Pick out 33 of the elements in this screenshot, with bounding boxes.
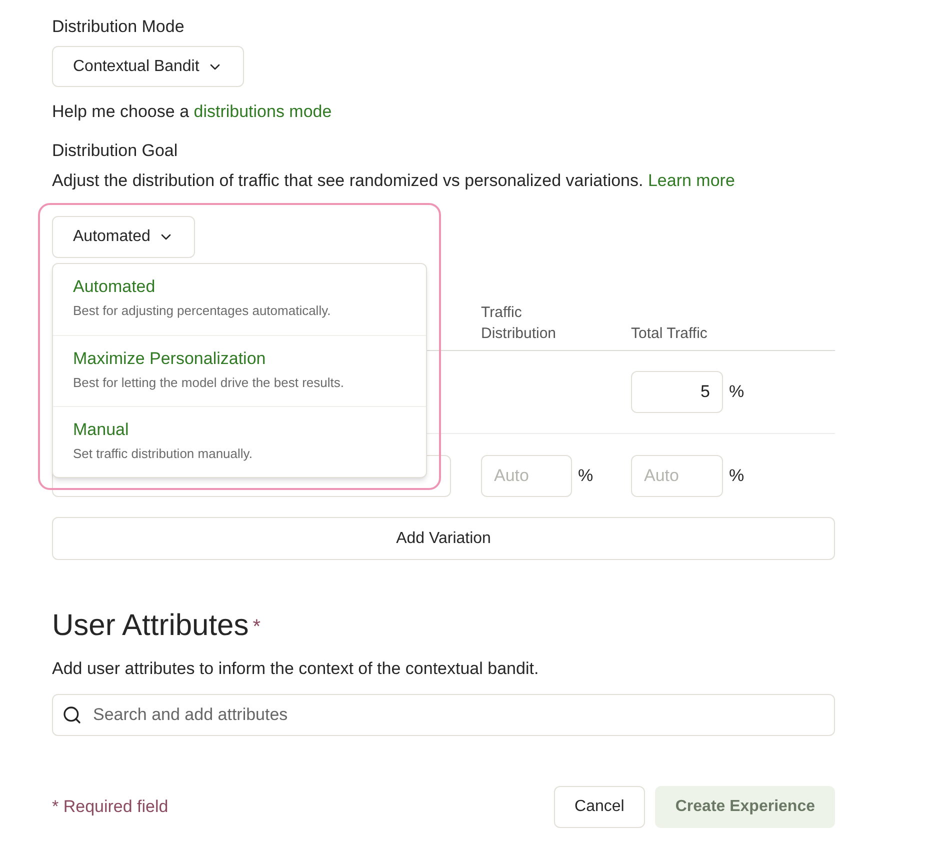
required-note: * Required field xyxy=(52,796,168,818)
menu-item[interactable]: Automated Best for adjusting percentages automatically. xyxy=(53,264,426,335)
attribute-search-field[interactable]: Search and add attributes xyxy=(52,694,835,736)
option-description: Best for letting the model drive the best results. xyxy=(73,374,345,392)
distribution-mode-select[interactable]: Contextual Bandit xyxy=(52,46,244,87)
section-title: User Attributes xyxy=(52,608,249,644)
option-title: Manual xyxy=(73,419,130,441)
percent-unit: % xyxy=(729,381,744,404)
field-label: Distribution Mode xyxy=(52,16,186,38)
column-header: Total Traffic xyxy=(631,324,708,344)
menu-item[interactable]: Manual Set traffic distribution manually. xyxy=(53,406,426,477)
distribution-goal-select[interactable]: Automated xyxy=(52,216,196,258)
help-text: Add user attributes to inform the context of the contextual bandit. xyxy=(52,658,540,680)
field-label: Distribution Goal xyxy=(52,140,179,162)
traffic-distribution-field[interactable]: Auto xyxy=(481,454,572,496)
menu-item[interactable]: Maximize Personalization Best for letting the model drive the best results. xyxy=(53,335,426,406)
option-description: Best for adjusting percentages automatically. xyxy=(73,302,332,320)
option-title: Automated xyxy=(73,276,156,298)
help-text: Adjust the distribution of traffic that see randomized vs personalized variations. Learn more xyxy=(52,170,736,192)
percent-unit: % xyxy=(578,464,594,487)
percent-unit: % xyxy=(729,464,744,487)
column-header: Traffic Distribution xyxy=(481,303,558,344)
required-mark: * xyxy=(252,615,261,640)
total-traffic-field[interactable]: Auto xyxy=(631,454,723,496)
option-description: Set traffic distribution manually. xyxy=(73,445,254,463)
add-variation-button[interactable]: Add Variation xyxy=(52,517,835,560)
option-title: Maximize Personalization xyxy=(73,348,267,370)
help-text: Help me choose a distributions mode xyxy=(52,101,333,123)
distributions-mode-link[interactable]: distributions mode xyxy=(194,102,332,121)
cancel-button[interactable]: Cancel xyxy=(554,786,646,828)
search-icon xyxy=(62,705,82,725)
learn-more-link[interactable]: Learn more xyxy=(648,171,735,190)
total-traffic-field[interactable]: 5 xyxy=(631,371,723,413)
